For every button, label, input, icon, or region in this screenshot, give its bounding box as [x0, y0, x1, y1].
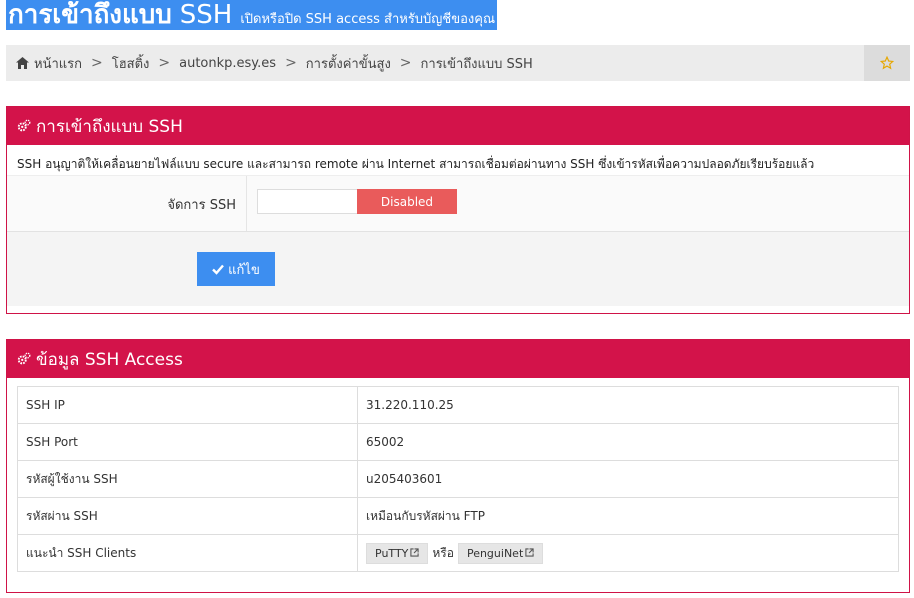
- home-icon: [16, 57, 29, 69]
- ssh-info-panel: ข้อมูล SSH Access SSH IP 31.220.110.25 S…: [6, 339, 910, 593]
- breadcrumb-separator: >: [399, 55, 412, 71]
- cog-icon: [17, 352, 31, 365]
- putty-link[interactable]: PuTTY: [366, 542, 429, 564]
- ssh-username-label: รหัสผู้ใช้งาน SSH: [17, 460, 358, 498]
- ssh-info-table: SSH IP 31.220.110.25 SSH Port 65002 รหัส…: [17, 386, 899, 572]
- table-row: SSH IP 31.220.110.25: [17, 386, 899, 424]
- ssh-username-value: u205403601: [357, 460, 899, 498]
- table-row: แนะนำ SSH Clients PuTTY หรือ PenguiNet: [17, 534, 899, 572]
- info-panel-header: ข้อมูล SSH Access: [7, 340, 909, 378]
- ssh-clients-value: PuTTY หรือ PenguiNet: [357, 534, 899, 572]
- edit-button-label: แก้ไข: [228, 262, 260, 278]
- table-row: SSH Port 65002: [17, 423, 899, 461]
- ssh-port-value: 65002: [357, 423, 899, 461]
- toggle-disabled-side[interactable]: Disabled: [357, 189, 457, 214]
- ssh-description: SSH อนุญาติให้เคลื่อนยายไฟล์แบบ secure แ…: [17, 157, 815, 171]
- ssh-ip-label: SSH IP: [17, 386, 358, 424]
- breadcrumb-separator: >: [158, 55, 171, 71]
- breadcrumb-hosting[interactable]: โฮสติ้ง: [112, 53, 150, 74]
- edit-button[interactable]: แก้ไข: [197, 252, 275, 286]
- page-title-ssh: SSH: [179, 0, 233, 30]
- breadcrumb-separator: >: [285, 55, 297, 71]
- favorite-button[interactable]: [864, 45, 910, 81]
- cog-icon: [17, 119, 31, 132]
- putty-label: PuTTY: [375, 546, 409, 560]
- table-row: รหัสผู้ใช้งาน SSH u205403601: [17, 460, 899, 498]
- external-link-icon: [525, 547, 534, 557]
- breadcrumb-domain[interactable]: autonkp.esy.es: [179, 56, 276, 71]
- ssh-access-panel: การเข้าถึงแบบ SSH SSH อนุญาติให้เคลื่อนย…: [6, 106, 910, 314]
- page-subtitle: เปิดหรือปิด SSH access สำหรับบัญชีของคุณ: [240, 12, 496, 27]
- info-panel-title: ข้อมูล SSH Access: [36, 349, 183, 370]
- breadcrumb: หน้าแรก > โฮสติ้ง > autonkp.esy.es > การ…: [6, 45, 864, 81]
- page-header: การเข้าถึงแบบ SSH เปิดหรือปิด SSH access…: [6, 0, 498, 30]
- ssh-password-value: เหมือนกับรหัสผ่าน FTP: [357, 497, 899, 535]
- ssh-panel-header: การเข้าถึงแบบ SSH: [7, 107, 909, 145]
- ssh-port-label: SSH Port: [17, 423, 358, 461]
- penguinet-link[interactable]: PenguiNet: [457, 542, 544, 564]
- ssh-toggle[interactable]: Disabled: [247, 176, 457, 231]
- breadcrumb-current: การเข้าถึงแบบ SSH: [420, 56, 533, 72]
- manage-ssh-label: จัดการ SSH: [7, 176, 247, 231]
- penguinet-label: PenguiNet: [466, 546, 524, 560]
- toggle-enabled-side[interactable]: [257, 189, 357, 214]
- ssh-panel-title: การเข้าถึงแบบ SSH: [36, 116, 183, 137]
- breadcrumb-separator: >: [91, 55, 103, 71]
- check-icon: [212, 264, 225, 275]
- ssh-clients-label: แนะนำ SSH Clients: [17, 534, 358, 572]
- ssh-ip-value: 31.220.110.25: [357, 386, 899, 424]
- breadcrumb-advanced[interactable]: การตั้งค่าขั้นสูง: [306, 53, 391, 74]
- page-title: การเข้าถึงแบบ: [8, 0, 172, 30]
- star-icon: [880, 56, 894, 70]
- table-row: รหัสผ่าน SSH เหมือนกับรหัสผ่าน FTP: [17, 497, 899, 535]
- external-link-icon: [410, 547, 420, 557]
- or-text: หรือ: [432, 545, 454, 560]
- manage-ssh-row: จัดการ SSH Disabled: [7, 175, 909, 232]
- ssh-password-label: รหัสผ่าน SSH: [17, 497, 358, 535]
- breadcrumb-home[interactable]: หน้าแรก: [34, 53, 82, 74]
- form-actions: แก้ไข: [7, 232, 909, 306]
